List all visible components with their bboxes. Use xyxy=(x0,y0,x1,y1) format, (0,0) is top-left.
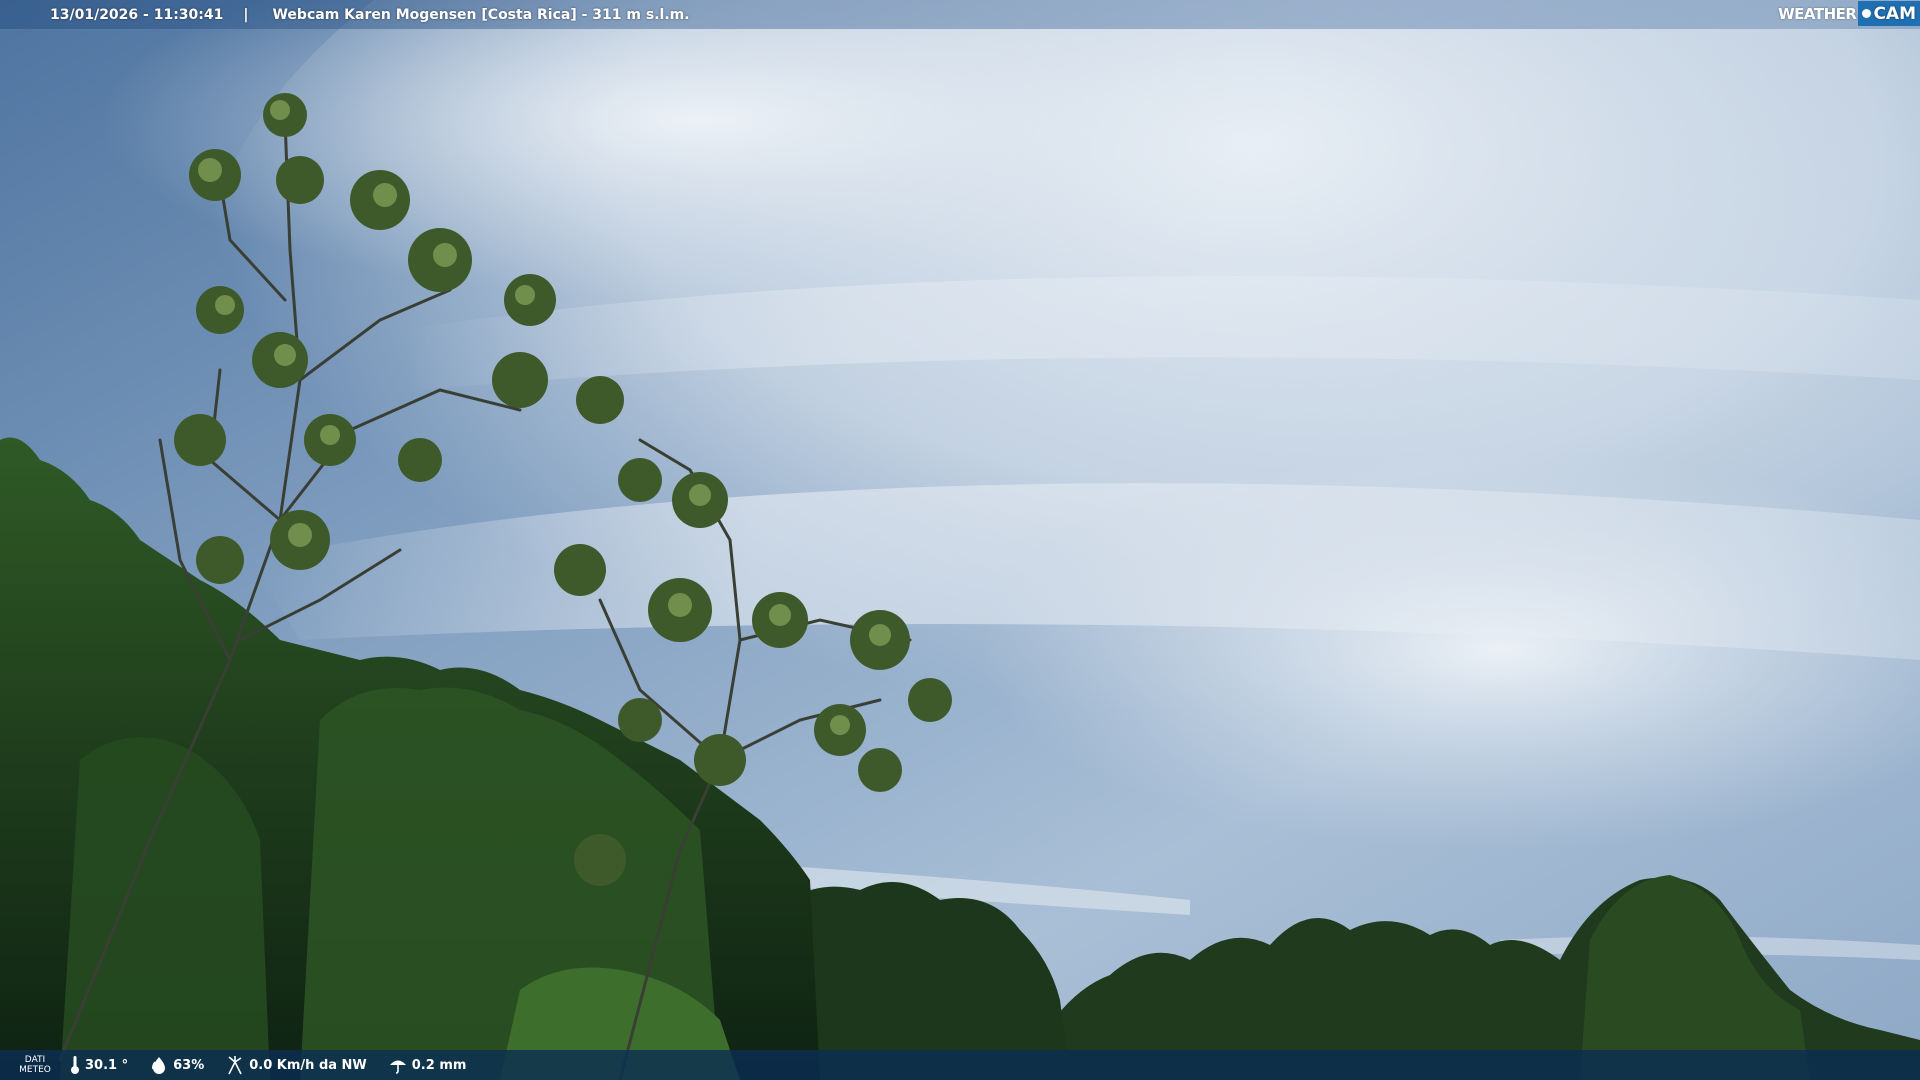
temperature-stat: 30.1 ° xyxy=(70,1055,128,1075)
wind-stat: 0.0 Km/h da NW xyxy=(226,1055,367,1075)
weather-data-bar: DATI METEO 30.1 ° 63% 0.0 Km/h da NW 0.2… xyxy=(0,1050,1920,1080)
wind-value: 0.0 Km/h da NW xyxy=(249,1057,367,1073)
logo-weather-text: WEATHER xyxy=(1778,4,1857,23)
weather-data-label: DATI METEO xyxy=(0,1055,70,1075)
camera-lens-icon xyxy=(1862,9,1872,18)
logo-cam-box: CAM xyxy=(1858,1,1920,26)
logo-cam-text: CAM xyxy=(1873,3,1916,24)
webcam-frame: 13/01/2026 - 11:30:41 | Webcam Karen Mog… xyxy=(0,0,1920,1080)
humidity-stat: 63% xyxy=(150,1056,204,1074)
webcam-image xyxy=(0,0,1920,1080)
weather-data-label-line2: METEO xyxy=(19,1065,51,1075)
rain-umbrella-icon xyxy=(389,1060,406,1074)
humidity-drop-icon xyxy=(152,1057,166,1074)
location-label: Webcam Karen Mogensen [Costa Rica] - 311… xyxy=(272,6,690,23)
humidity-value: 63% xyxy=(173,1057,205,1073)
thermometer-icon xyxy=(71,1056,79,1074)
rain-stat: 0.2 mm xyxy=(389,1056,467,1074)
separator: | xyxy=(243,6,249,23)
timestamp: 13/01/2026 - 11:30:41 xyxy=(50,6,224,23)
weathercam-logo: WEATHER CAM xyxy=(1778,0,1920,27)
wind-vane-icon xyxy=(228,1056,242,1075)
weather-data-label-line1: DATI xyxy=(24,1055,46,1065)
temperature-value: 30.1 ° xyxy=(85,1057,129,1073)
rain-value: 0.2 mm xyxy=(411,1057,467,1073)
info-bar: 13/01/2026 - 11:30:41 | Webcam Karen Mog… xyxy=(0,0,1920,29)
